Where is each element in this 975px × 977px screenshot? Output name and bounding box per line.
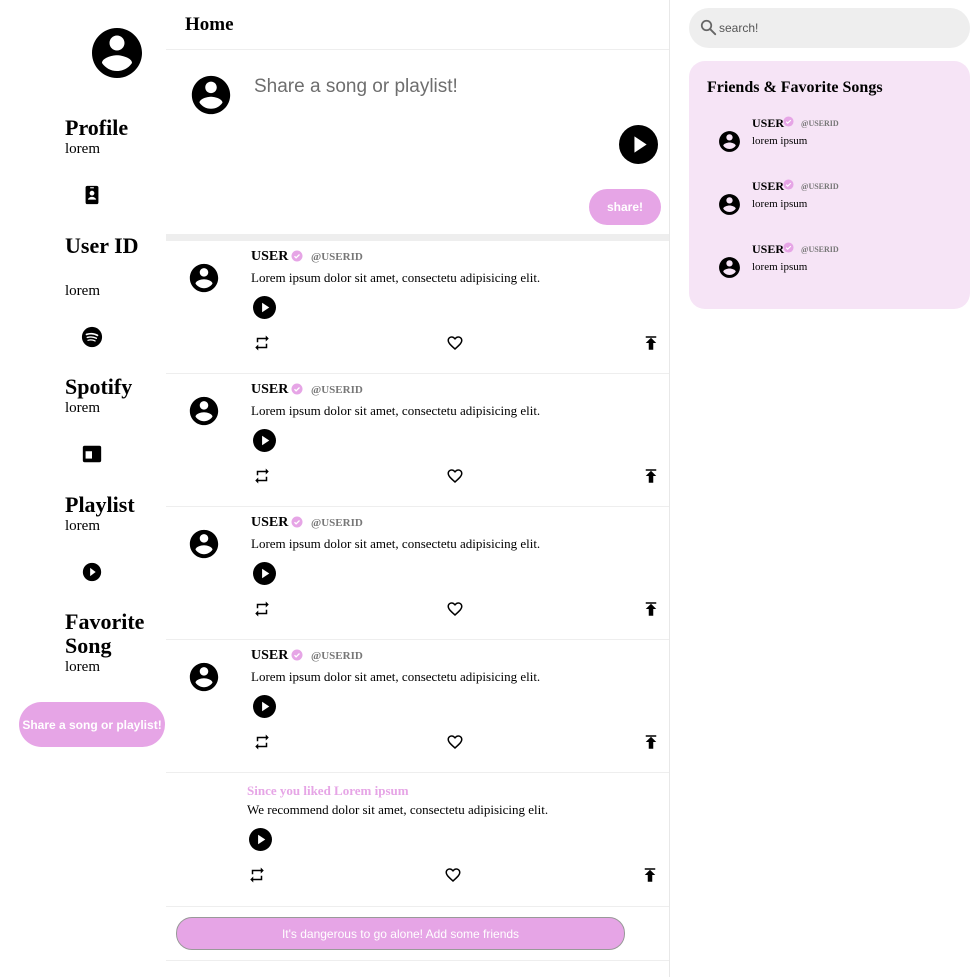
- friend-avatar-icon: [719, 131, 740, 152]
- add-friends-button[interactable]: It's dangerous to go alone! Add some fri…: [176, 917, 625, 950]
- verified-badge-icon: [291, 383, 303, 395]
- sidebar-item-spotify-value: lorem: [65, 400, 100, 416]
- post-username[interactable]: USER: [251, 648, 288, 664]
- heart-icon[interactable]: [446, 467, 464, 485]
- recommendation-title[interactable]: Since you liked Lorem ipsum: [247, 783, 409, 799]
- verified-badge-icon: [291, 649, 303, 661]
- friend-username: USER: [752, 242, 785, 256]
- composer-avatar-icon: [191, 75, 231, 115]
- verified-badge-icon: [291, 250, 303, 262]
- main-feed: Home share! USER @USERID Lorem ipsum dol…: [166, 0, 670, 977]
- sidebar-item-favorite-song-label[interactable]: Favorite Song: [65, 610, 160, 658]
- friend-username: USER: [752, 116, 785, 130]
- friends-panel: Friends & Favorite Songs USER @USERID lo…: [689, 61, 970, 309]
- sidebar-item-playlist-label[interactable]: Playlist: [65, 493, 160, 517]
- share-upload-icon[interactable]: [641, 866, 659, 884]
- repost-icon[interactable]: [253, 600, 271, 618]
- post-play-icon[interactable]: [253, 695, 276, 718]
- feed-post: USER @USERID Lorem ipsum dolor sit amet,…: [166, 241, 669, 374]
- post-avatar-icon[interactable]: [187, 660, 221, 694]
- post-play-icon[interactable]: [249, 828, 272, 851]
- id-badge-icon: [85, 185, 99, 205]
- friend-favorite-song: lorem ipsum: [752, 261, 808, 273]
- post-avatar-icon[interactable]: [187, 261, 221, 295]
- post-play-icon[interactable]: [253, 562, 276, 585]
- feed-post: USER @USERID Lorem ipsum dolor sit amet,…: [166, 640, 669, 773]
- heart-icon[interactable]: [446, 600, 464, 618]
- post-play-icon[interactable]: [253, 429, 276, 452]
- post-handle[interactable]: @USERID: [311, 251, 363, 263]
- post-text: Lorem ipsum dolor sit amet, consectetu a…: [251, 403, 541, 418]
- post-text: Lorem ipsum dolor sit amet, consectetu a…: [251, 669, 541, 684]
- post-avatar-icon[interactable]: [187, 394, 221, 428]
- page-title: Home: [185, 14, 234, 35]
- search-input[interactable]: [719, 18, 959, 38]
- friend-avatar-icon: [719, 257, 740, 278]
- sidebar-item-spotify-label[interactable]: Spotify: [65, 375, 160, 399]
- feed-post: USER @USERID Lorem ipsum dolor sit amet,…: [166, 507, 669, 640]
- play-circle-icon: [82, 562, 102, 582]
- friend-avatar-icon: [719, 194, 740, 215]
- sidebar-item-profile-value: lorem: [65, 141, 100, 157]
- verified-badge-icon: [291, 516, 303, 528]
- share-upload-icon[interactable]: [642, 467, 660, 485]
- recommendation-text: We recommend dolor sit amet, consectetu …: [247, 802, 549, 817]
- friend-handle: @USERID: [801, 119, 839, 128]
- sidebar-item-userid-value: lorem: [65, 283, 100, 299]
- sidebar-item-userid-label[interactable]: User ID: [65, 234, 160, 258]
- sidebar-share-button[interactable]: Share a song or playlist!: [19, 702, 165, 747]
- friend-username: USER: [752, 179, 785, 193]
- profile-avatar-icon[interactable]: [87, 23, 147, 83]
- sidebar-item-favorite-song-value: lorem: [65, 659, 100, 675]
- post-text: Lorem ipsum dolor sit amet, consectetu a…: [251, 270, 541, 285]
- recommendation-post: Since you liked Lorem ipsum We recommend…: [166, 773, 669, 907]
- friend-item[interactable]: USER @USERID lorem ipsum: [689, 242, 970, 302]
- composer-share-button[interactable]: share!: [589, 189, 661, 225]
- post-username[interactable]: USER: [251, 515, 288, 531]
- share-upload-icon[interactable]: [642, 334, 660, 352]
- verified-badge-icon: [783, 116, 794, 127]
- post-play-icon[interactable]: [253, 296, 276, 319]
- playlist-card-icon: [82, 445, 102, 463]
- feed-post: USER @USERID Lorem ipsum dolor sit amet,…: [166, 374, 669, 507]
- feed-divider: [166, 960, 669, 961]
- repost-icon[interactable]: [253, 467, 271, 485]
- friend-handle: @USERID: [801, 245, 839, 254]
- post-handle[interactable]: @USERID: [311, 650, 363, 662]
- verified-badge-icon: [783, 242, 794, 253]
- feed-divider: [166, 234, 669, 241]
- share-upload-icon[interactable]: [642, 733, 660, 751]
- post-text: Lorem ipsum dolor sit amet, consectetu a…: [251, 536, 541, 551]
- post-username[interactable]: USER: [251, 382, 288, 398]
- friend-handle: @USERID: [801, 182, 839, 191]
- friend-favorite-song: lorem ipsum: [752, 135, 808, 147]
- friend-item[interactable]: USER @USERID lorem ipsum: [689, 179, 970, 239]
- repost-icon[interactable]: [253, 334, 271, 352]
- sidebar: Profile lorem User ID lorem Spotify lore…: [0, 0, 166, 977]
- friend-favorite-song: lorem ipsum: [752, 198, 808, 210]
- post-username[interactable]: USER: [251, 249, 288, 265]
- post-handle[interactable]: @USERID: [311, 384, 363, 396]
- search-bar[interactable]: [689, 8, 970, 48]
- verified-badge-icon: [783, 179, 794, 190]
- repost-icon[interactable]: [248, 866, 266, 884]
- composer-input[interactable]: [254, 72, 644, 102]
- friend-item[interactable]: USER @USERID lorem ipsum: [689, 116, 970, 176]
- post-handle[interactable]: @USERID: [311, 517, 363, 529]
- composer-play-icon[interactable]: [619, 125, 658, 164]
- heart-icon[interactable]: [446, 733, 464, 751]
- composer: share!: [166, 50, 669, 234]
- heart-icon[interactable]: [444, 866, 462, 884]
- post-avatar-icon[interactable]: [187, 527, 221, 561]
- search-icon: [700, 19, 717, 36]
- friends-panel-title: Friends & Favorite Songs: [707, 79, 883, 96]
- sidebar-item-profile-label[interactable]: Profile: [65, 116, 160, 140]
- home-header: Home: [166, 0, 669, 50]
- share-upload-icon[interactable]: [642, 600, 660, 618]
- spotify-icon: [81, 326, 103, 348]
- repost-icon[interactable]: [253, 733, 271, 751]
- sidebar-item-playlist-value: lorem: [65, 518, 100, 534]
- heart-icon[interactable]: [446, 334, 464, 352]
